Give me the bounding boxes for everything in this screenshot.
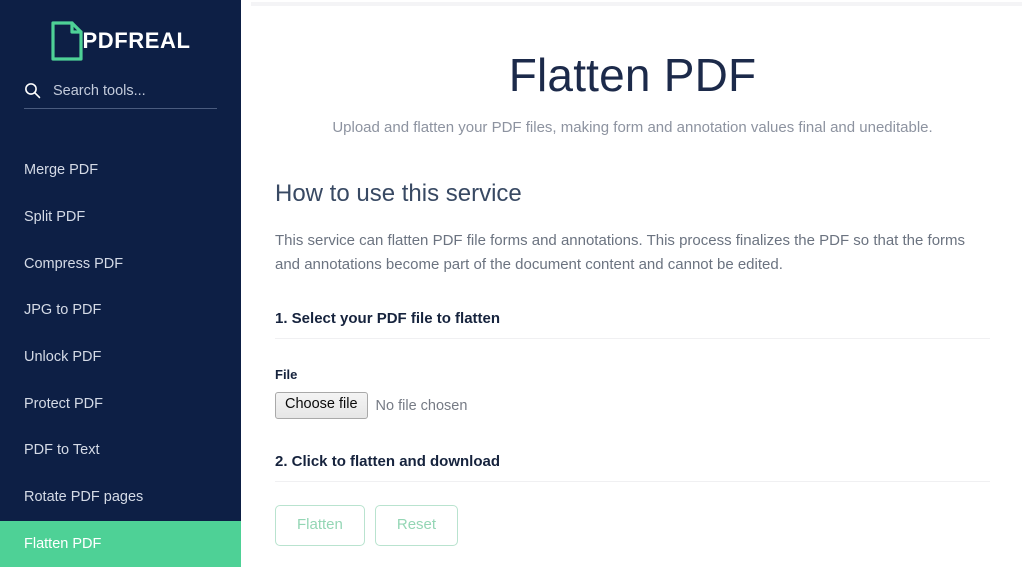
sidebar-item-label: Split PDF [24,209,86,226]
sidebar-item-pdf-to-text[interactable]: PDF to Text [0,427,241,474]
file-field-label: File [275,367,298,383]
search-icon [25,83,41,99]
sidebar-item-rotate-pdf-pages[interactable]: Rotate PDF pages [0,474,241,521]
sidebar-item-label: Merge PDF [24,162,99,179]
sidebar-item-flatten-pdf[interactable]: Flatten PDF [0,520,241,567]
step1-title: 1. Select your PDF file to flatten [275,310,501,328]
content-body: How to use this service This service can… [241,180,1024,546]
top-scroll-artifact [251,2,996,6]
no-file-chosen-text: No file chosen [375,397,468,414]
file-input-row[interactable]: Choose file No file chosen [275,392,990,419]
sidebar: PDFREAL Merge PDF Split PDF Compress PDF… [0,0,241,567]
search-box[interactable] [24,82,217,109]
sidebar-item-protect-pdf[interactable]: Protect PDF [0,380,241,427]
document-fold-icon [51,21,84,61]
how-to-heading: How to use this service [275,180,522,207]
sidebar-item-label: PDF to Text [24,442,100,459]
flatten-button[interactable]: Flatten [275,504,365,546]
sidebar-item-label: Flatten PDF [24,535,102,552]
step2-divider [275,480,990,482]
app-root: PDFREAL Merge PDF Split PDF Compress PDF… [0,0,1024,567]
sidebar-item-label: Unlock PDF [24,349,102,366]
sidebar-item-merge-pdf[interactable]: Merge PDF [0,147,241,194]
page-title: Flatten PDF [508,49,757,101]
step2-title: 2. Click to flatten and download [275,452,501,470]
sidebar-item-jpg-to-pdf[interactable]: JPG to PDF [0,287,241,334]
action-button-row: Flatten Reset [275,504,990,546]
sidebar-item-label: Rotate PDF pages [24,489,144,506]
reset-button[interactable]: Reset [374,504,459,546]
main-content: Flatten PDF Upload and flatten your PDF … [241,0,1024,567]
brand-name: PDFREAL [82,28,191,53]
sidebar-item-label: JPG to PDF [24,302,102,319]
how-to-description: This service can flatten PDF file forms … [275,232,966,273]
sidebar-nav: Merge PDF Split PDF Compress PDF JPG to … [0,135,241,567]
sidebar-item-split-pdf[interactable]: Split PDF [0,194,241,241]
sidebar-item-compress-pdf[interactable]: Compress PDF [0,240,241,287]
top-right-artifact [974,2,1022,6]
sidebar-item-label: Compress PDF [24,255,124,272]
page-subtitle: Upload and flatten your PDF files, makin… [332,119,933,136]
step1-divider [275,338,990,340]
brand-logo-block[interactable]: PDFREAL [0,0,241,62]
sidebar-item-label: Protect PDF [24,395,103,412]
choose-file-button[interactable]: Choose file [275,392,368,419]
sidebar-item-unlock-pdf[interactable]: Unlock PDF [0,334,241,381]
search-input[interactable] [53,82,217,99]
